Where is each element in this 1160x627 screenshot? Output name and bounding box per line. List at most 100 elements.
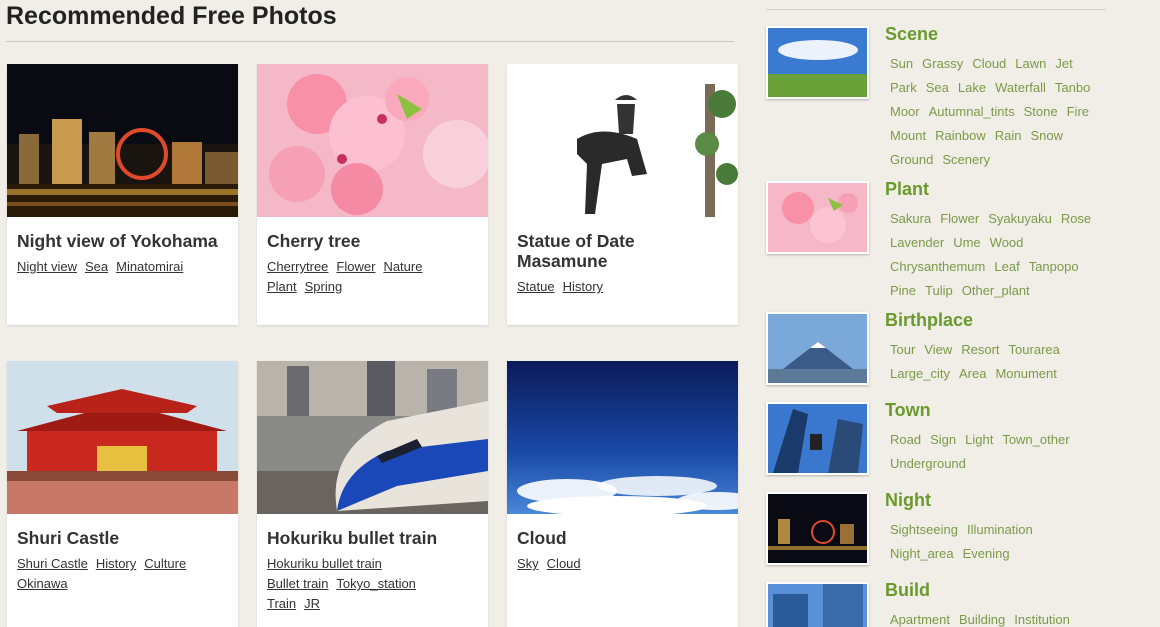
tag-link[interactable]: Cloud [547, 556, 581, 571]
category-tag[interactable]: Evening [963, 542, 1010, 566]
category-tag[interactable]: Chrysanthemum [890, 255, 985, 279]
category-tag[interactable]: Resort [961, 338, 999, 362]
category-tag[interactable]: Town_other [1002, 428, 1069, 452]
photo-title[interactable]: Cherry tree [267, 231, 478, 251]
category-tags: Sun Grassy Cloud Lawn Jet Park Sea Lake Waterfal… [890, 52, 1110, 172]
category-tag[interactable]: Sea [926, 76, 949, 100]
category-tag[interactable]: Park [890, 76, 917, 100]
category-name[interactable]: Night [885, 490, 931, 511]
category-tag[interactable]: Area [959, 362, 986, 386]
tag-link[interactable]: Nature [383, 259, 422, 274]
category-tag[interactable]: Sign [930, 428, 956, 452]
category-tag[interactable]: Tourarea [1009, 338, 1060, 362]
category-tag[interactable]: Lavender [890, 231, 944, 255]
tag-link[interactable]: Minatomirai [116, 259, 183, 274]
tag-link[interactable]: Sky [517, 556, 539, 571]
category-name[interactable]: Birthplace [885, 310, 973, 331]
category-name[interactable]: Build [885, 580, 930, 601]
category-tag[interactable]: Stone [1024, 100, 1058, 124]
category-tag[interactable]: Large_city [890, 362, 950, 386]
category-tag[interactable]: Syakuyaku [988, 207, 1052, 231]
tag-link[interactable]: History [563, 279, 603, 294]
category-thumbnail-plant[interactable] [766, 181, 869, 254]
tag-link[interactable]: Statue [517, 279, 555, 294]
tag-link[interactable]: Sea [85, 259, 108, 274]
tag-link[interactable]: Spring [305, 279, 343, 294]
category-tag[interactable]: Flower [940, 207, 979, 231]
category-thumbnail-build[interactable] [766, 582, 869, 627]
category-tag[interactable]: Institution [1014, 608, 1070, 627]
tag-link[interactable]: Flower [336, 259, 375, 274]
tag-link[interactable]: Bullet train [267, 576, 328, 591]
category-tag[interactable]: View [924, 338, 952, 362]
category-thumbnail-scene[interactable] [766, 26, 869, 99]
category-tag[interactable]: Lake [958, 76, 986, 100]
category-tag[interactable]: Scenery [942, 148, 990, 172]
photo-thumbnail-cloud[interactable] [507, 361, 738, 514]
category-thumbnail-town[interactable] [766, 402, 869, 475]
category-tag[interactable]: Illumination [967, 518, 1033, 542]
photo-tags: Statue History [517, 277, 728, 297]
photo-thumbnail-hokuriku-bullet-train[interactable] [257, 361, 488, 514]
category-tag[interactable]: Apartment [890, 608, 950, 627]
photo-thumbnail-date-masamune[interactable] [507, 64, 738, 217]
photo-tags: Hokuriku bullet train Bullet train Tokyo_s… [267, 554, 478, 614]
tag-link[interactable]: Cherrytree [267, 259, 328, 274]
photo-title[interactable]: Night view of Yokohama [17, 231, 228, 251]
category-tag[interactable]: Light [965, 428, 993, 452]
category-tag[interactable]: Lawn [1015, 52, 1046, 76]
category-tag[interactable]: Jet [1055, 52, 1072, 76]
tag-link[interactable]: Night view [17, 259, 77, 274]
photo-thumbnail-night-yokohama[interactable] [7, 64, 238, 217]
category-tag[interactable]: Autumnal_tints [929, 100, 1015, 124]
category-tag[interactable]: Rainbow [935, 124, 986, 148]
category-tag[interactable]: Tulip [925, 279, 953, 303]
photo-title[interactable]: Hokuriku bullet train [267, 528, 478, 548]
category-tag[interactable]: Waterfall [995, 76, 1046, 100]
photo-thumbnail-cherry-tree[interactable] [257, 64, 488, 217]
tag-link[interactable]: Plant [267, 279, 297, 294]
category-tag[interactable]: Tanbo [1055, 76, 1090, 100]
category-tag[interactable]: Sakura [890, 207, 931, 231]
category-tag[interactable]: Fire [1067, 100, 1089, 124]
tag-link[interactable]: Tokyo_station [336, 576, 416, 591]
tag-link[interactable]: Train [267, 596, 296, 611]
category-tag[interactable]: Mount [890, 124, 926, 148]
category-tag[interactable]: Cloud [972, 52, 1006, 76]
tag-link[interactable]: Hokuriku bullet train [267, 556, 382, 571]
category-tag[interactable]: Rose [1061, 207, 1091, 231]
category-tag[interactable]: Other_plant [962, 279, 1030, 303]
photo-title[interactable]: Cloud [517, 528, 728, 548]
category-tag[interactable]: Underground [890, 452, 966, 476]
category-thumbnail-night[interactable] [766, 492, 869, 565]
category-tag[interactable]: Tour [890, 338, 915, 362]
category-name[interactable]: Plant [885, 179, 929, 200]
tag-link[interactable]: Culture [144, 556, 186, 571]
category-tag[interactable]: Wood [990, 231, 1024, 255]
category-thumbnail-birthplace[interactable] [766, 312, 869, 385]
tag-link[interactable]: Shuri Castle [17, 556, 88, 571]
category-tag[interactable]: Sun [890, 52, 913, 76]
category-tag[interactable]: Tanpopo [1029, 255, 1079, 279]
photo-title[interactable]: Statue of Date Masamune [517, 231, 728, 271]
category-tag[interactable]: Sightseeing [890, 518, 958, 542]
photo-title[interactable]: Shuri Castle [17, 528, 228, 548]
category-tag[interactable]: Moor [890, 100, 920, 124]
category-tag[interactable]: Monument [995, 362, 1056, 386]
category-tag[interactable]: Snow [1030, 124, 1063, 148]
tag-link[interactable]: JR [304, 596, 320, 611]
category-tag[interactable]: Leaf [994, 255, 1019, 279]
category-tag[interactable]: Grassy [922, 52, 963, 76]
category-tag[interactable]: Pine [890, 279, 916, 303]
tag-link[interactable]: History [96, 556, 136, 571]
category-tag[interactable]: Building [959, 608, 1005, 627]
category-name[interactable]: Town [885, 400, 931, 421]
category-tag[interactable]: Ume [953, 231, 980, 255]
category-tag[interactable]: Night_area [890, 542, 954, 566]
photo-thumbnail-shuri-castle[interactable] [7, 361, 238, 514]
category-name[interactable]: Scene [885, 24, 938, 45]
category-tag[interactable]: Rain [995, 124, 1022, 148]
category-tag[interactable]: Road [890, 428, 921, 452]
tag-link[interactable]: Okinawa [17, 576, 68, 591]
category-tag[interactable]: Ground [890, 148, 933, 172]
